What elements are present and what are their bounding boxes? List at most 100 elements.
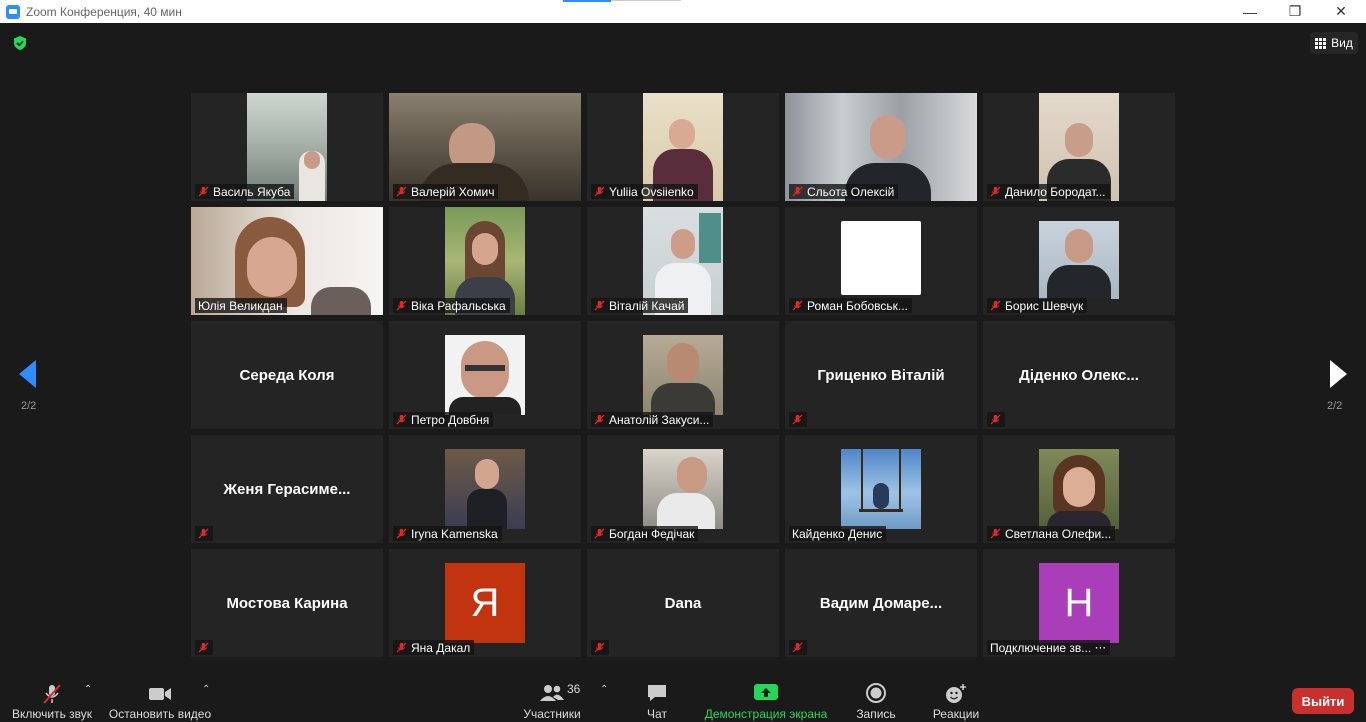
grid-view-icon bbox=[1315, 37, 1327, 49]
participant-tile[interactable]: Середа Коля bbox=[191, 321, 383, 429]
participant-photo bbox=[1039, 449, 1119, 529]
participant-label bbox=[789, 640, 807, 655]
participant-tile[interactable]: Я Яна Дакал bbox=[389, 549, 581, 657]
participant-label: Валерій Хомич bbox=[393, 184, 499, 199]
participant-photo bbox=[445, 335, 525, 415]
leave-button[interactable]: Выйти bbox=[1292, 688, 1354, 714]
participant-label: Віталій Качай bbox=[591, 298, 689, 313]
reactions-button[interactable]: Реакции bbox=[928, 668, 984, 722]
participant-label: Юлія Великдан bbox=[195, 298, 287, 313]
participant-name: Iryna Kamenska bbox=[411, 526, 498, 541]
participant-label: Подключение зв... ⋅⋅⋅ bbox=[987, 640, 1111, 655]
participant-name: Віталій Качай bbox=[609, 298, 685, 313]
mic-muted-icon bbox=[990, 414, 1001, 425]
participant-tile[interactable]: Женя Герасиме... bbox=[191, 435, 383, 543]
shield-check-icon[interactable] bbox=[12, 35, 28, 51]
close-button[interactable]: ✕ bbox=[1318, 0, 1364, 23]
page-indicator-left: 2/2 bbox=[21, 400, 37, 412]
chevron-left-icon bbox=[19, 360, 36, 388]
mic-muted-icon bbox=[198, 186, 209, 197]
participant-tile[interactable]: Валерій Хомич bbox=[389, 93, 581, 201]
video-options-chevron-icon[interactable]: ⌃ bbox=[202, 684, 210, 695]
view-button[interactable]: Вид bbox=[1310, 32, 1358, 54]
participant-tile[interactable]: Богдан Федічак bbox=[587, 435, 779, 543]
mic-muted-icon bbox=[792, 186, 803, 197]
participant-name: Борис Шевчук bbox=[1005, 298, 1084, 313]
participant-name: Богдан Федічак bbox=[609, 526, 695, 541]
participant-tile[interactable]: Василь Якуба bbox=[191, 93, 383, 201]
record-button[interactable]: Запись bbox=[850, 668, 902, 722]
participant-photo bbox=[643, 449, 723, 529]
participant-tile[interactable]: Анатолій Закуси... bbox=[587, 321, 779, 429]
participant-tile[interactable]: Мостова Карина bbox=[191, 549, 383, 657]
add-reaction-icon bbox=[946, 684, 966, 703]
mic-muted-icon bbox=[990, 186, 1001, 197]
participant-tile[interactable]: Вадим Домаре... bbox=[785, 549, 977, 657]
participant-tile[interactable]: Iryna Kamenska bbox=[389, 435, 581, 543]
participant-tile[interactable]: Роман Бобовськ... bbox=[785, 207, 977, 315]
participant-label: Петро Довбня bbox=[393, 412, 494, 427]
participant-tile[interactable]: Dana bbox=[587, 549, 779, 657]
chat-button[interactable]: Чат bbox=[630, 668, 684, 722]
participant-name-display: Dana bbox=[664, 594, 702, 612]
unmute-label: Включить звук bbox=[11, 707, 93, 721]
participant-label bbox=[987, 412, 1005, 427]
minimize-icon: — bbox=[1243, 3, 1257, 20]
audio-options-chevron-icon[interactable]: ⌃ bbox=[84, 684, 92, 695]
participant-name: Валерій Хомич bbox=[411, 184, 495, 199]
unmute-button[interactable]: Включить звук bbox=[8, 668, 96, 722]
mic-muted-icon bbox=[43, 684, 61, 704]
participants-options-chevron-icon[interactable]: ⌃ bbox=[600, 684, 608, 695]
participant-tile[interactable]: Кайденко Денис bbox=[785, 435, 977, 543]
participant-name: Сльота Олексій bbox=[807, 184, 895, 199]
participant-label: Анатолій Закуси... bbox=[591, 412, 714, 427]
mic-muted-icon bbox=[792, 414, 803, 425]
participant-tile[interactable]: Сльота Олексій bbox=[785, 93, 977, 201]
participant-name-display: Гриценко Віталій bbox=[817, 366, 945, 384]
participant-label: Віка Рафальська bbox=[393, 298, 510, 313]
next-page-button[interactable]: 2/2 bbox=[1308, 336, 1366, 446]
participant-tile[interactable]: Yuliia Ovsiienko bbox=[587, 93, 779, 201]
participant-photo bbox=[643, 335, 723, 415]
share-screen-label: Демонстрация экрана bbox=[704, 707, 828, 721]
participants-count: 36 bbox=[567, 682, 581, 696]
participant-tile[interactable]: Данило Бородат... bbox=[983, 93, 1175, 201]
participant-photo bbox=[841, 449, 921, 529]
video-camera-icon bbox=[149, 688, 171, 700]
participant-tile[interactable]: Гриценко Віталій bbox=[785, 321, 977, 429]
mic-muted-icon bbox=[594, 642, 605, 653]
participant-tile[interactable]: Віталій Качай bbox=[587, 207, 779, 315]
participant-tile[interactable]: Віка Рафальська bbox=[389, 207, 581, 315]
meeting-toolbar: Включить звук ⌃ Остановить видео ⌃ Участ… bbox=[0, 668, 1366, 722]
participant-tile[interactable]: Діденко Олекс... bbox=[983, 321, 1175, 429]
participant-name: Данило Бородат... bbox=[1005, 184, 1106, 199]
participants-label: Участники bbox=[523, 707, 581, 721]
participant-label: Борис Шевчук bbox=[987, 298, 1088, 313]
chat-bubble-icon bbox=[648, 685, 666, 701]
participant-tile[interactable]: Светлана Олефи... bbox=[983, 435, 1175, 543]
participant-label bbox=[195, 526, 213, 541]
participant-name: Юлія Великдан bbox=[198, 298, 283, 313]
previous-page-button[interactable]: 2/2 bbox=[0, 336, 58, 446]
participant-label: Василь Якуба bbox=[195, 184, 295, 199]
record-icon bbox=[866, 683, 886, 703]
participant-tile[interactable]: Петро Довбня bbox=[389, 321, 581, 429]
participant-label: Данило Бородат... bbox=[987, 184, 1110, 199]
participant-label: Iryna Kamenska bbox=[393, 526, 502, 541]
participant-tile[interactable]: Борис Шевчук bbox=[983, 207, 1175, 315]
mic-muted-icon bbox=[792, 642, 803, 653]
share-screen-button[interactable]: Демонстрация экрана bbox=[702, 668, 830, 722]
meeting-area: Вид 2/2 2/2 Василь Якуба Валерій Хомич Y… bbox=[0, 23, 1366, 668]
window-title: Zoom Конференция, 40 мин bbox=[26, 4, 182, 19]
stop-video-button[interactable]: Остановить видео bbox=[106, 668, 214, 722]
participant-name-display: Середа Коля bbox=[239, 366, 335, 384]
minimize-button[interactable]: — bbox=[1227, 0, 1273, 23]
titlebar-divider bbox=[611, 0, 681, 1]
participant-name: Роман Бобовськ... bbox=[807, 298, 908, 313]
participant-tile[interactable]: H Подключение зв... ⋅⋅⋅ bbox=[983, 549, 1175, 657]
participant-tile[interactable]: Юлія Великдан bbox=[191, 207, 383, 315]
participants-icon bbox=[540, 685, 564, 701]
restore-button[interactable]: ❐ bbox=[1272, 0, 1318, 23]
participant-name: Кайденко Денис bbox=[792, 526, 883, 541]
mic-muted-icon bbox=[990, 300, 1001, 311]
